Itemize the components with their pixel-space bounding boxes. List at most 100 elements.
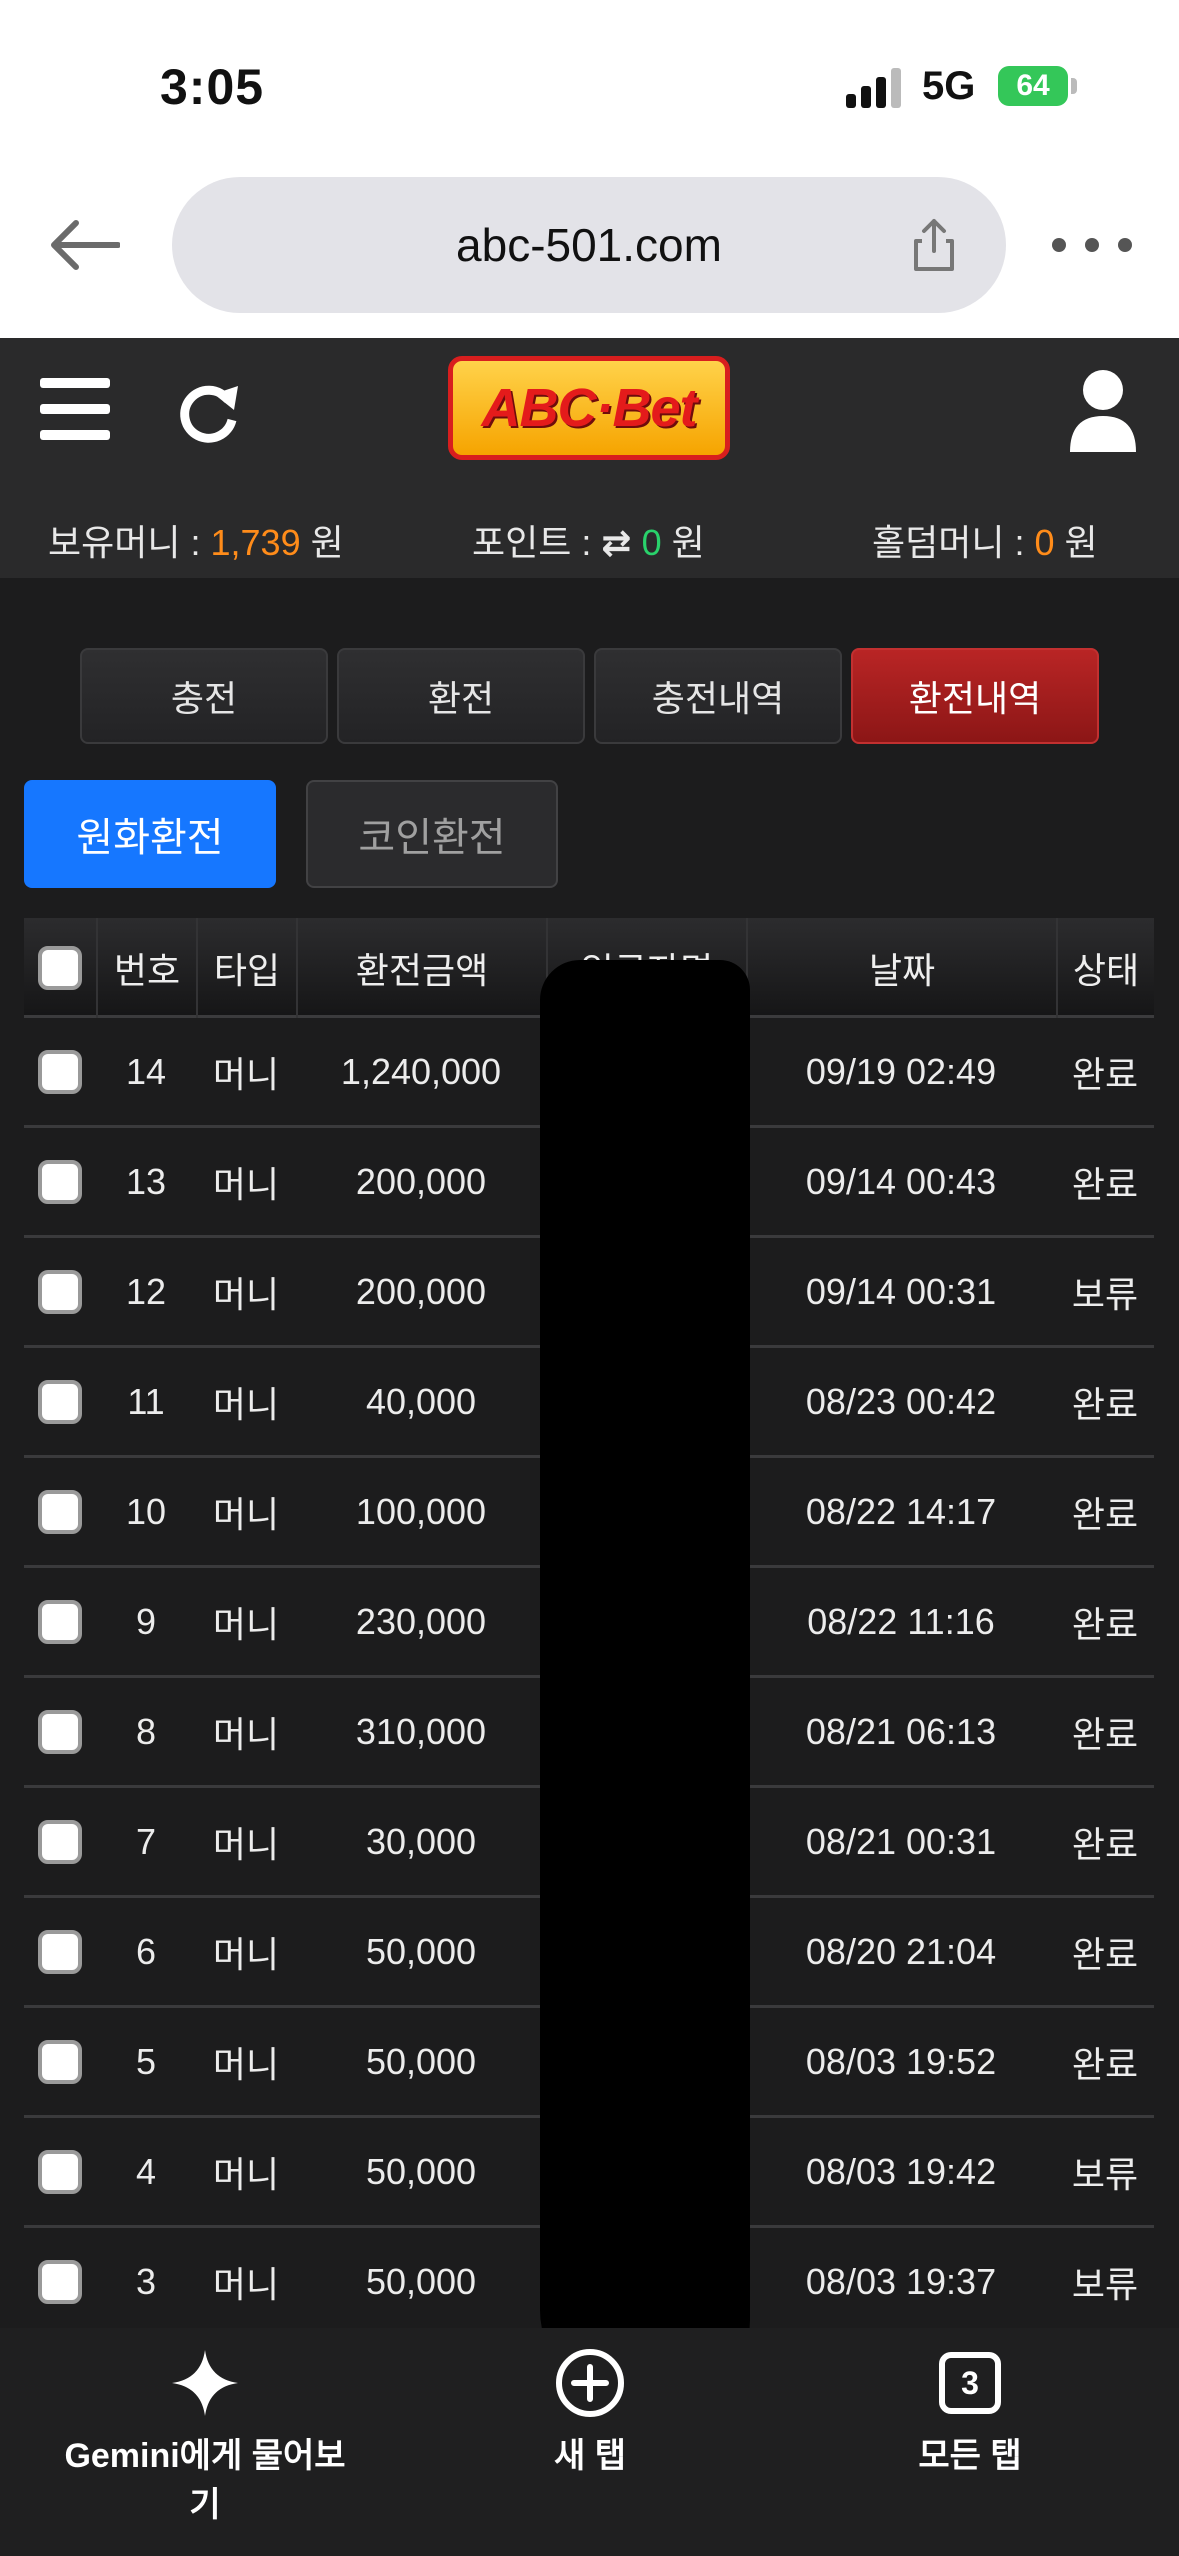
cell-type: 머니 bbox=[212, 1603, 280, 1645]
row-checkbox[interactable] bbox=[38, 1820, 82, 1864]
cell-status: 보류 bbox=[1071, 2153, 1139, 2195]
cell-number: 14 bbox=[125, 1050, 167, 1092]
tab-deposit[interactable]: 충전 bbox=[80, 648, 328, 744]
cell-amount: 1,240,000 bbox=[340, 1050, 502, 1092]
user-icon[interactable] bbox=[1068, 368, 1138, 452]
cell-date: 08/22 14:17 bbox=[805, 1490, 997, 1532]
cell-status: 보류 bbox=[1071, 1273, 1139, 1315]
cell-number: 13 bbox=[125, 1160, 167, 1202]
hamburger-menu-icon[interactable] bbox=[40, 378, 110, 440]
cell-date: 08/03 19:52 bbox=[805, 2040, 997, 2082]
cell-number: 11 bbox=[127, 1380, 165, 1422]
cell-date: 09/14 00:43 bbox=[805, 1160, 997, 1202]
refresh-icon[interactable] bbox=[176, 380, 242, 446]
row-checkbox[interactable] bbox=[38, 1380, 82, 1424]
cell-status: 완료 bbox=[1071, 1493, 1139, 1535]
cell-amount: 50,000 bbox=[365, 1930, 477, 1972]
plus-circle-icon bbox=[556, 2349, 624, 2417]
browser-toolbar: abc-501.com bbox=[0, 165, 1179, 338]
cell-status: 완료 bbox=[1071, 1053, 1139, 1095]
cell-number: 8 bbox=[135, 1710, 157, 1752]
status-time: 3:05 bbox=[160, 59, 265, 115]
row-checkbox[interactable] bbox=[38, 2260, 82, 2304]
cell-type: 머니 bbox=[212, 2263, 280, 2305]
arrow-left-icon bbox=[51, 220, 120, 270]
row-checkbox[interactable] bbox=[38, 1270, 82, 1314]
more-options-button[interactable] bbox=[1052, 225, 1132, 265]
row-checkbox[interactable] bbox=[38, 1160, 82, 1204]
cell-type: 머니 bbox=[212, 1383, 280, 1425]
col-amount: 환전금액 bbox=[296, 918, 546, 1018]
sub-tabs: 원화환전 코인환전 bbox=[24, 780, 584, 888]
holdem-balance: 홀덤머니 : 0 원 bbox=[872, 522, 1098, 563]
cell-number: 12 bbox=[125, 1270, 167, 1312]
sparkle-icon bbox=[172, 2350, 238, 2416]
cell-type: 머니 bbox=[212, 1053, 280, 1095]
new-tab-button[interactable]: 새 탭 bbox=[520, 2348, 660, 2477]
all-tabs-button[interactable]: 3 모든 탭 bbox=[900, 2348, 1040, 2477]
cell-status: 완료 bbox=[1071, 1603, 1139, 1645]
col-status: 상태 bbox=[1056, 918, 1154, 1018]
cell-amount: 200,000 bbox=[355, 1270, 487, 1312]
share-icon[interactable] bbox=[904, 215, 964, 275]
cell-amount: 50,000 bbox=[365, 2260, 477, 2302]
gemini-label: Gemini에게 물어보기 bbox=[64, 2437, 346, 2524]
cell-type: 머니 bbox=[212, 1713, 280, 1755]
cell-number: 10 bbox=[125, 1490, 167, 1532]
tab-deposit-history[interactable]: 충전내역 bbox=[594, 648, 842, 744]
cell-status: 완료 bbox=[1071, 2043, 1139, 2085]
battery-level: 64 bbox=[1016, 69, 1050, 102]
back-button[interactable] bbox=[44, 205, 124, 285]
cell-number: 4 bbox=[135, 2150, 157, 2192]
row-checkbox[interactable] bbox=[38, 1600, 82, 1644]
main-tabs: 충전 환전 충전내역 환전내역 bbox=[80, 648, 1100, 744]
col-date: 날짜 bbox=[746, 918, 1056, 1018]
subtab-krw-withdraw[interactable]: 원화환전 bbox=[24, 780, 276, 888]
cell-date: 08/03 19:37 bbox=[805, 2260, 997, 2302]
url-text: abc-501.com bbox=[456, 219, 722, 271]
cell-amount: 40,000 bbox=[365, 1380, 477, 1422]
tab-withdraw-history[interactable]: 환전내역 bbox=[851, 648, 1099, 744]
cell-number: 3 bbox=[135, 2260, 157, 2302]
cell-type: 머니 bbox=[212, 2153, 280, 2195]
new-tab-label: 새 탭 bbox=[553, 2437, 626, 2475]
exchange-arrows-icon: ⇄ bbox=[601, 522, 632, 563]
cell-number: 7 bbox=[135, 1820, 157, 1862]
battery-cap bbox=[1071, 78, 1077, 94]
select-all-checkbox[interactable] bbox=[38, 946, 82, 990]
signal-icon bbox=[846, 68, 902, 108]
gemini-button[interactable]: Gemini에게 물어보기 bbox=[50, 2348, 360, 2526]
cell-type: 머니 bbox=[212, 2043, 280, 2085]
cell-status: 보류 bbox=[1071, 2263, 1139, 2305]
row-checkbox[interactable] bbox=[38, 1490, 82, 1534]
cell-status: 완료 bbox=[1071, 1823, 1139, 1865]
cell-date: 09/14 00:31 bbox=[805, 1270, 997, 1312]
cell-amount: 50,000 bbox=[365, 2150, 477, 2192]
status-bar: 3:05 5G 64 bbox=[0, 0, 1179, 165]
row-checkbox[interactable] bbox=[38, 1930, 82, 1974]
site-logo[interactable]: ABC·Bet bbox=[448, 356, 730, 460]
cell-status: 완료 bbox=[1071, 1383, 1139, 1425]
redaction-overlay bbox=[540, 960, 750, 2400]
cell-status: 완료 bbox=[1071, 1933, 1139, 1975]
cell-type: 머니 bbox=[212, 1493, 280, 1535]
tab-count: 3 bbox=[961, 2364, 979, 2401]
all-tabs-label: 모든 탭 bbox=[918, 2437, 1022, 2475]
point-balance[interactable]: 포인트 : ⇄ 0 원 bbox=[472, 514, 705, 566]
tab-withdraw[interactable]: 환전 bbox=[337, 648, 585, 744]
row-checkbox[interactable] bbox=[38, 1710, 82, 1754]
row-checkbox[interactable] bbox=[38, 1050, 82, 1094]
balance-row: 보유머니 : 1,739 원 포인트 : ⇄ 0 원 홀덤머니 : 0 원 bbox=[0, 506, 1179, 566]
row-checkbox[interactable] bbox=[38, 2040, 82, 2084]
cell-amount: 200,000 bbox=[355, 1160, 487, 1202]
row-checkbox[interactable] bbox=[38, 2150, 82, 2194]
cell-status: 완료 bbox=[1071, 1163, 1139, 1205]
money-balance: 보유머니 : 1,739 원 bbox=[48, 522, 344, 563]
address-bar[interactable]: abc-501.com bbox=[172, 177, 1006, 313]
cell-date: 08/21 00:31 bbox=[805, 1820, 997, 1862]
cell-number: 9 bbox=[135, 1600, 157, 1642]
subtab-coin-withdraw[interactable]: 코인환전 bbox=[306, 780, 558, 888]
cell-amount: 230,000 bbox=[355, 1600, 487, 1642]
cell-type: 머니 bbox=[212, 1823, 280, 1865]
tab-count-icon: 3 bbox=[939, 2352, 1001, 2414]
